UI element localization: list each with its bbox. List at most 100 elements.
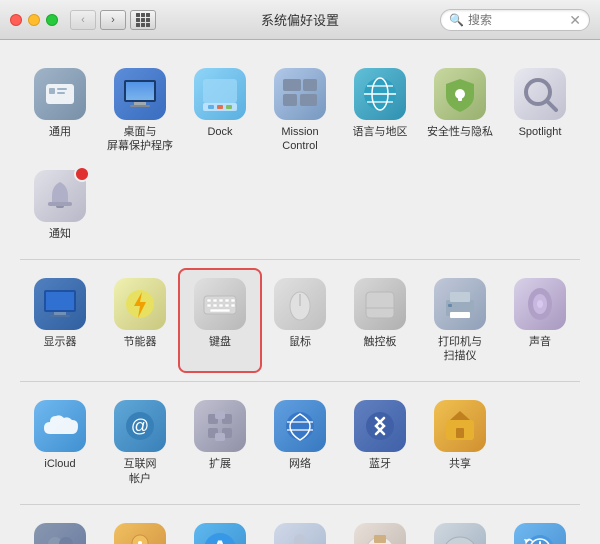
pref-item-sound[interactable]: 声音 bbox=[500, 270, 580, 372]
bluetooth-label: 蓝牙 bbox=[369, 457, 391, 471]
dock-icon bbox=[194, 68, 246, 120]
energy-icon bbox=[114, 278, 166, 330]
general-label: 通用 bbox=[49, 125, 71, 139]
pref-item-general[interactable]: 通用 bbox=[20, 60, 100, 162]
pref-item-mouse[interactable]: 鼠标 bbox=[260, 270, 340, 372]
search-icon: 🔍 bbox=[449, 13, 464, 27]
language-label: 语言与地区 bbox=[353, 125, 408, 139]
notify-icon bbox=[34, 170, 86, 222]
sharing-icon bbox=[434, 400, 486, 452]
trackpad-icon bbox=[354, 278, 406, 330]
sound-icon bbox=[514, 278, 566, 330]
security-label: 安全性与隐私 bbox=[427, 125, 493, 139]
pref-item-trackpad[interactable]: 触控板 bbox=[340, 270, 420, 372]
pref-item-dictation[interactable]: 听写与语音 bbox=[260, 515, 340, 544]
minimize-button[interactable] bbox=[28, 14, 40, 26]
window-title: 系统偏好设置 bbox=[261, 10, 339, 29]
svg-text:@: @ bbox=[131, 416, 149, 436]
section-hardware: 显示器 节能器 键盘 鼠标 触控板 bbox=[20, 260, 580, 383]
pref-item-keyboard[interactable]: 键盘 bbox=[180, 270, 260, 372]
mission-label: MissionControl bbox=[281, 125, 318, 154]
startup-icon bbox=[434, 523, 486, 544]
search-input[interactable] bbox=[468, 13, 569, 27]
pref-item-internet[interactable]: @ 互联网帐户 bbox=[100, 392, 180, 494]
close-button[interactable] bbox=[10, 14, 22, 26]
grid-view-button[interactable] bbox=[130, 10, 156, 30]
mouse-label: 鼠标 bbox=[289, 335, 311, 349]
notify-label: 通知 bbox=[49, 227, 71, 241]
printer-icon bbox=[434, 278, 486, 330]
desktop-icon bbox=[114, 68, 166, 120]
security-icon bbox=[434, 68, 486, 120]
spotlight-label: Spotlight bbox=[519, 125, 562, 139]
pref-item-bluetooth[interactable]: 蓝牙 bbox=[340, 392, 420, 494]
pref-item-display[interactable]: 显示器 bbox=[20, 270, 100, 372]
svg-text:A: A bbox=[212, 536, 228, 544]
pref-item-network[interactable]: 网络 bbox=[260, 392, 340, 494]
general-icon bbox=[34, 68, 86, 120]
datetime-icon: 18 bbox=[354, 523, 406, 544]
timemachine-icon bbox=[514, 523, 566, 544]
notify-badge bbox=[74, 166, 90, 182]
mission-icon bbox=[274, 68, 326, 120]
forward-button[interactable]: › bbox=[100, 10, 126, 30]
network-icon bbox=[274, 400, 326, 452]
extensions-label: 扩展 bbox=[209, 457, 231, 471]
pref-item-security[interactable]: 安全性与隐私 bbox=[420, 60, 500, 162]
pref-item-language[interactable]: 语言与地区 bbox=[340, 60, 420, 162]
pref-item-appstore[interactable]: A App Store bbox=[180, 515, 260, 544]
dictation-icon bbox=[274, 523, 326, 544]
grid-icon bbox=[136, 13, 150, 27]
printer-label: 打印机与扫描仪 bbox=[438, 335, 482, 364]
energy-label: 节能器 bbox=[124, 335, 157, 349]
trackpad-label: 触控板 bbox=[364, 335, 397, 349]
desktop-label: 桌面与屏幕保护程序 bbox=[107, 125, 173, 154]
internet-icon: @ bbox=[114, 400, 166, 452]
keyboard-label: 键盘 bbox=[209, 335, 231, 349]
network-label: 网络 bbox=[289, 457, 311, 471]
keyboard-icon bbox=[194, 278, 246, 330]
maximize-button[interactable] bbox=[46, 14, 58, 26]
pref-item-timemachine[interactable]: Time Machine bbox=[500, 515, 580, 544]
display-icon bbox=[34, 278, 86, 330]
pref-item-parental[interactable]: 家长控制 bbox=[100, 515, 180, 544]
bluetooth-icon bbox=[354, 400, 406, 452]
search-clear-icon[interactable]: ✕ bbox=[569, 13, 581, 27]
pref-item-datetime[interactable]: 18 日期与时间 bbox=[340, 515, 420, 544]
nav-buttons: ‹ › bbox=[70, 10, 126, 30]
content-area: 通用 桌面与屏幕保护程序 Dock MissionControl 语言与地区 bbox=[0, 40, 600, 544]
section-internet: iCloud @ 互联网帐户 扩展 网络 蓝牙 bbox=[20, 382, 580, 505]
spotlight-icon bbox=[514, 68, 566, 120]
pref-item-startup[interactable]: 启动磁盘 bbox=[420, 515, 500, 544]
back-button[interactable]: ‹ bbox=[70, 10, 96, 30]
pref-item-spotlight[interactable]: Spotlight bbox=[500, 60, 580, 162]
section-personal: 通用 桌面与屏幕保护程序 Dock MissionControl 语言与地区 bbox=[20, 50, 580, 260]
pref-item-energy[interactable]: 节能器 bbox=[100, 270, 180, 372]
pref-item-printer[interactable]: 打印机与扫描仪 bbox=[420, 270, 500, 372]
pref-item-desktop[interactable]: 桌面与屏幕保护程序 bbox=[100, 60, 180, 162]
icloud-label: iCloud bbox=[44, 457, 75, 471]
traffic-lights bbox=[10, 14, 58, 26]
appstore-icon: A bbox=[194, 523, 246, 544]
pref-item-sharing[interactable]: 共享 bbox=[420, 392, 500, 494]
section-system: 用户与群组 家长控制 A App Store 听写与语音 18 日期与时间 bbox=[20, 505, 580, 544]
search-bar[interactable]: 🔍 ✕ bbox=[440, 9, 590, 31]
language-icon bbox=[354, 68, 406, 120]
pref-item-notify[interactable]: 通知 bbox=[20, 162, 100, 249]
pref-item-users[interactable]: 用户与群组 bbox=[20, 515, 100, 544]
pref-item-icloud[interactable]: iCloud bbox=[20, 392, 100, 494]
pref-item-mission[interactable]: MissionControl bbox=[260, 60, 340, 162]
pref-item-extensions[interactable]: 扩展 bbox=[180, 392, 260, 494]
titlebar: ‹ › 系统偏好设置 🔍 ✕ bbox=[0, 0, 600, 40]
sharing-label: 共享 bbox=[449, 457, 471, 471]
icloud-icon bbox=[34, 400, 86, 452]
display-label: 显示器 bbox=[44, 335, 77, 349]
pref-item-dock[interactable]: Dock bbox=[180, 60, 260, 162]
mouse-icon bbox=[274, 278, 326, 330]
users-icon bbox=[34, 523, 86, 544]
sound-label: 声音 bbox=[529, 335, 551, 349]
dock-label: Dock bbox=[207, 125, 232, 139]
extensions-icon bbox=[194, 400, 246, 452]
parental-icon bbox=[114, 523, 166, 544]
internet-label: 互联网帐户 bbox=[124, 457, 157, 486]
